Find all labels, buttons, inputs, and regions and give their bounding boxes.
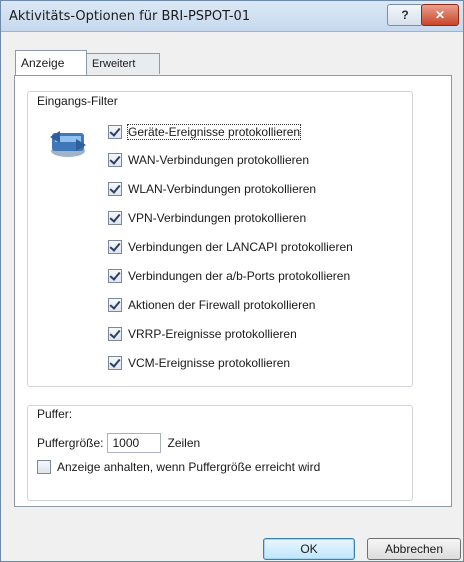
checkbox[interactable]	[108, 211, 122, 225]
option-label: WAN-Verbindungen protokollieren	[128, 153, 309, 167]
dialog-window: Aktivitäts-Optionen für BRI-PSPOT-01 ? ✕…	[0, 0, 464, 562]
option-label: Verbindungen der LANCAPI protokollieren	[128, 240, 353, 254]
checkbox[interactable]	[108, 327, 122, 341]
checkbox[interactable]	[108, 269, 122, 283]
option-label: Geräte-Ereignisse protokollieren	[126, 124, 302, 140]
option-lancapi[interactable]: Verbindungen der LANCAPI protokollieren	[108, 238, 353, 256]
option-firewall[interactable]: Aktionen der Firewall protokollieren	[108, 296, 315, 314]
option-label: VCM-Ereignisse protokollieren	[128, 356, 291, 370]
title-bar[interactable]: Aktivitäts-Optionen für BRI-PSPOT-01 ? ✕	[1, 1, 463, 32]
network-filter-icon	[50, 131, 86, 157]
checkbox[interactable]	[108, 153, 122, 167]
checkbox[interactable]	[108, 298, 122, 312]
cancel-button[interactable]: Abbrechen	[367, 538, 461, 560]
buffer-size-label: Puffergröße:	[37, 436, 104, 450]
help-icon: ?	[401, 8, 409, 22]
help-button[interactable]: ?	[387, 4, 423, 26]
window-title: Aktivitäts-Optionen für BRI-PSPOT-01	[9, 9, 251, 24]
buffer-group	[27, 405, 413, 501]
option-pause-display[interactable]: Anzeige anhalten, wenn Puffergröße errei…	[37, 458, 320, 476]
checkbox[interactable]	[37, 460, 51, 474]
option-geraete-ereignisse[interactable]: Geräte-Ereignisse protokollieren	[108, 123, 302, 141]
option-label: WLAN-Verbindungen protokollieren	[128, 182, 317, 196]
buffer-legend: Puffer:	[34, 407, 76, 421]
option-wan-verbindungen[interactable]: WAN-Verbindungen protokollieren	[108, 151, 309, 169]
option-vcm-ereignisse[interactable]: VCM-Ereignisse protokollieren	[108, 354, 290, 372]
option-wlan-verbindungen[interactable]: WLAN-Verbindungen protokollieren	[108, 180, 316, 198]
checkbox[interactable]	[108, 356, 122, 370]
option-vpn-verbindungen[interactable]: VPN-Verbindungen protokollieren	[108, 209, 306, 227]
option-label: Aktionen der Firewall protokollieren	[128, 298, 316, 312]
option-ab-ports[interactable]: Verbindungen der a/b-Ports protokolliere…	[108, 267, 350, 285]
close-button[interactable]: ✕	[421, 4, 459, 26]
option-label: Verbindungen der a/b-Ports protokolliere…	[128, 269, 351, 283]
buffer-unit-label: Zeilen	[167, 436, 201, 450]
tab-erweitert[interactable]: Erweitert	[86, 53, 160, 74]
option-label: Anzeige anhalten, wenn Puffergröße errei…	[57, 460, 321, 474]
option-vrrp-ereignisse[interactable]: VRRP-Ereignisse protokollieren	[108, 325, 297, 343]
buffer-size-input[interactable]	[107, 433, 162, 453]
checkbox[interactable]	[108, 125, 122, 139]
ok-button[interactable]: OK	[263, 538, 355, 560]
input-filter-legend: Eingangs-Filter	[34, 94, 121, 108]
option-label: VPN-Verbindungen protokollieren	[128, 211, 307, 225]
checkbox[interactable]	[108, 182, 122, 196]
tab-anzeige[interactable]: Anzeige	[15, 50, 87, 75]
checkbox[interactable]	[108, 240, 122, 254]
buffer-size-row: Puffergröße: Zeilen	[37, 433, 200, 453]
option-label: VRRP-Ereignisse protokollieren	[128, 327, 297, 341]
close-icon: ✕	[434, 8, 446, 22]
